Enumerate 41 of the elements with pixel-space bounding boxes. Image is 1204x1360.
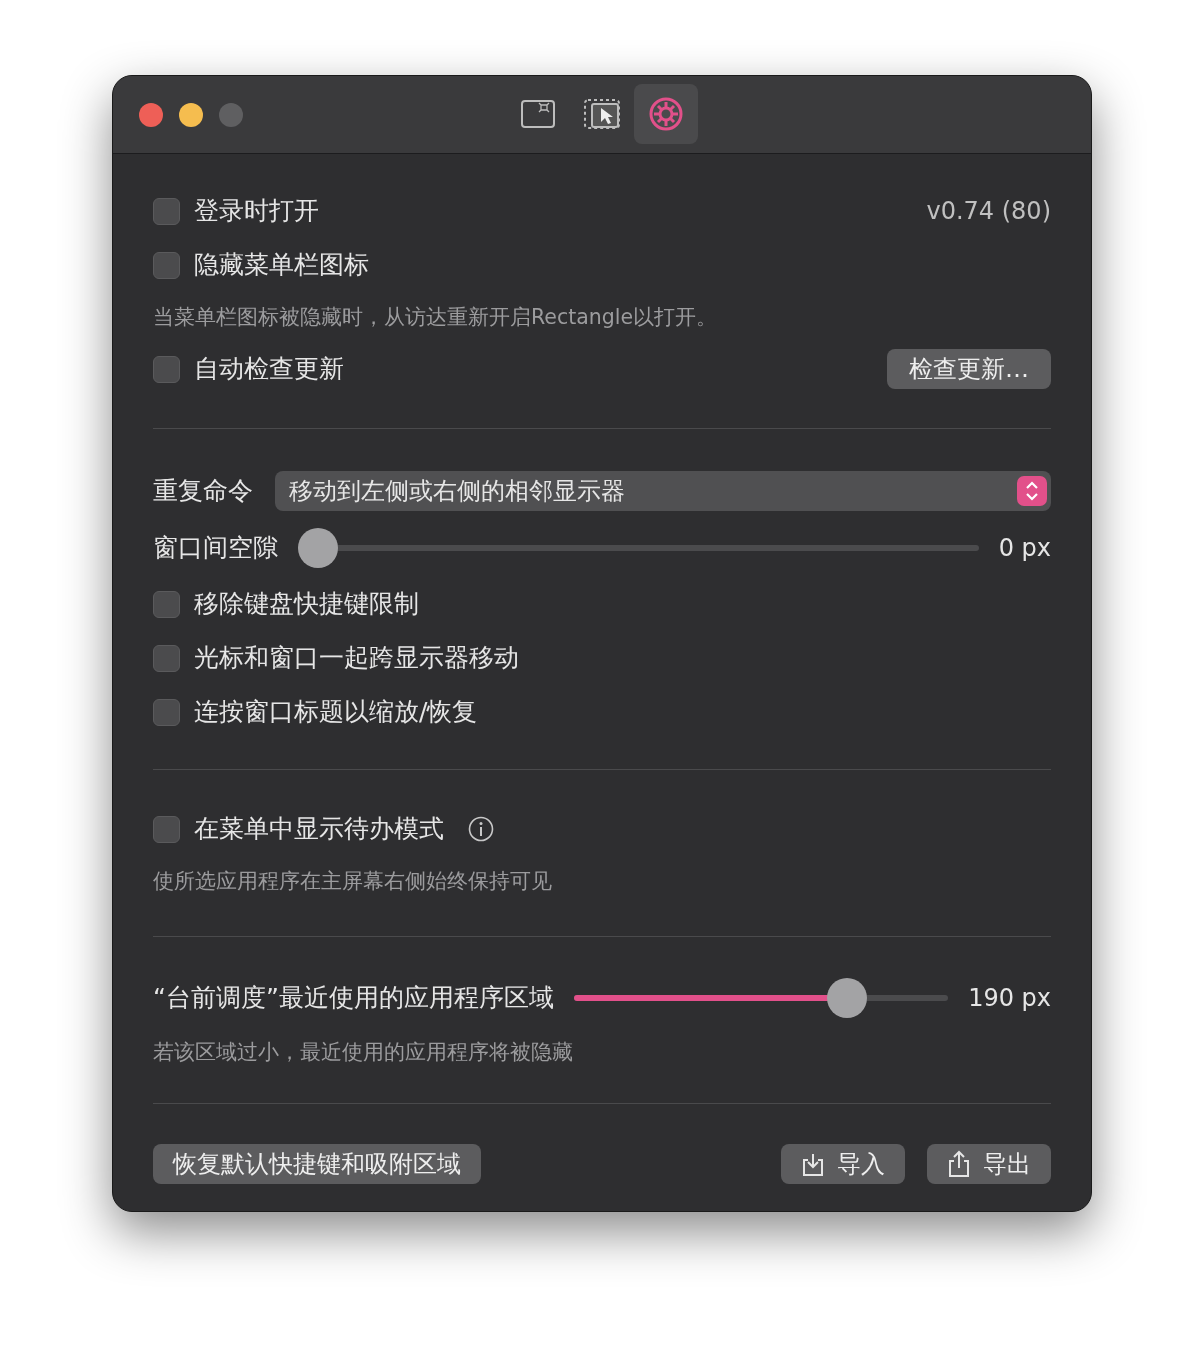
export-button[interactable]: 导出 [927, 1144, 1051, 1184]
checkbox-label: 连按窗口标题以缩放/恢复 [194, 696, 478, 729]
dropdown[interactable]: 移动到左侧或右侧的相邻显示器 [275, 471, 1051, 511]
check-updates-button[interactable]: 检查更新… [887, 349, 1051, 389]
window-control[interactable] [139, 103, 163, 127]
gear-icon [649, 97, 683, 131]
checkbox[interactable] [153, 815, 180, 843]
checkbox[interactable] [153, 590, 180, 618]
slider-label: 窗口间空隙 [153, 532, 278, 565]
slider-value: 190 px [968, 983, 1051, 1014]
import-button[interactable]: 导入 [781, 1144, 905, 1184]
hint-text: 若该区域过小，最近使用的应用程序将被隐藏 [153, 1038, 573, 1066]
checkbox-label: 移除键盘快捷键限制 [194, 588, 419, 621]
version-label: v0.74 (80) [926, 196, 1051, 227]
select-label: 重复命令 [153, 475, 253, 508]
slider[interactable] [573, 978, 949, 1018]
checkbox-label: 登录时打开 [194, 195, 319, 228]
checkbox[interactable] [153, 698, 180, 726]
stepper-icon [1017, 476, 1047, 506]
reset-button[interactable]: 恢复默认快捷键和吸附区域 [153, 1144, 481, 1184]
slider-thumb[interactable] [827, 978, 868, 1018]
checkbox[interactable] [153, 251, 180, 279]
slider[interactable] [298, 528, 979, 568]
checkbox[interactable] [153, 355, 180, 383]
slider-thumb[interactable] [298, 528, 338, 568]
hint-text: 当菜单栏图标被隐藏时，从访达重新开启Rectangle以打开。 [153, 303, 718, 331]
hint-text: 使所选应用程序在主屏幕右侧始终保持可见 [153, 867, 552, 895]
import-icon [801, 1151, 825, 1177]
slider-value: 0 px [998, 533, 1051, 564]
slider-label: “台前调度”最近使用的应用程序区域 [153, 982, 554, 1015]
window-control[interactable] [179, 103, 203, 127]
checkbox-label: 在菜单中显示待办模式 [194, 813, 444, 846]
checkbox[interactable] [153, 644, 180, 672]
info-icon[interactable] [468, 816, 494, 842]
export-icon [947, 1150, 971, 1178]
checkbox-label: 隐藏菜单栏图标 [194, 249, 369, 282]
cursor-window-icon [584, 99, 620, 129]
checkbox-label: 光标和窗口一起跨显示器移动 [194, 642, 519, 675]
window-icon [521, 100, 555, 128]
checkbox-label: 自动检查更新 [194, 353, 344, 386]
checkbox[interactable] [153, 197, 180, 225]
